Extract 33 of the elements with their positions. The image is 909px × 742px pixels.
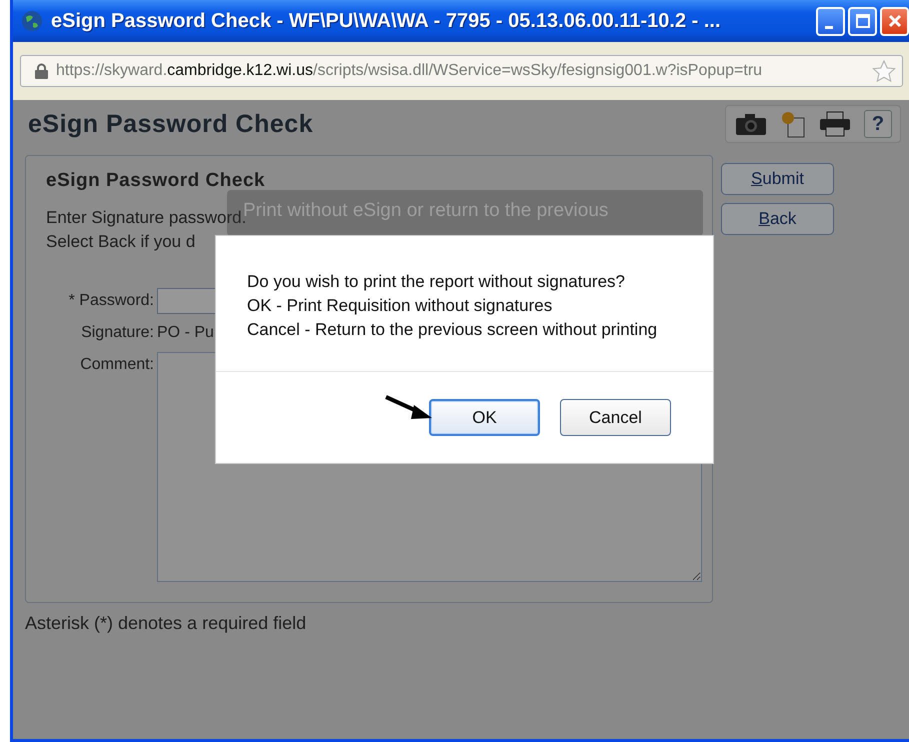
url-text: https://skyward.cambridge.k12.wi.us/scripts/wsisa.dll/WService=wsSky/fesignsig001.w?isPopup=tru [56,62,764,80]
close-button[interactable] [880,6,909,36]
side-button[interactable]: Back [721,203,834,235]
star-icon[interactable] [872,60,896,82]
field-label: Signature: [80,323,154,343]
maximize-icon [856,14,870,28]
signature-value: PO - Pu [157,323,214,343]
close-icon [888,14,902,28]
dialog-message: Do you wish to print the report without signatures? [247,271,626,293]
page-title: eSign Password Check [28,110,314,138]
field-label: Comment: [79,355,154,375]
arrow-icon [385,395,433,421]
minimize-button[interactable] [816,6,845,36]
minimize-icon [824,26,832,28]
side-button[interactable]: Submit [721,163,834,195]
help-button[interactable]: ? [864,110,892,138]
maximize-button[interactable] [848,6,877,36]
lock-icon [35,63,48,79]
new-note-icon[interactable] [780,110,806,138]
dialog-button[interactable]: OK [429,399,540,436]
instruction-text: Enter Signature password. [46,208,246,229]
dialog-message: Cancel - Return to the previous screen without printing [247,319,658,341]
required-note: Asterisk (*) denotes a required field [25,613,308,634]
address-field[interactable]: https://skyward.cambridge.k12.wi.us/scripts/wsisa.dll/WService=wsSky/fesignsig001.w?isPopup=tru [20,55,903,87]
dialog-button[interactable]: Cancel [560,399,671,436]
globe-icon [21,10,43,32]
printer-icon[interactable] [820,111,850,137]
field-label: * Password: [68,291,154,311]
window-title: eSign Password Check - WF\PU\WA\WA - 7795 - 05.13.06.00.11-10.2 - ... [51,10,722,32]
panel-title: eSign Password Check [46,170,266,192]
camera-icon[interactable] [736,113,766,135]
dialog-message: OK - Print Requisition without signatures [247,295,554,317]
instruction-text: Select Back if you d [46,231,196,253]
